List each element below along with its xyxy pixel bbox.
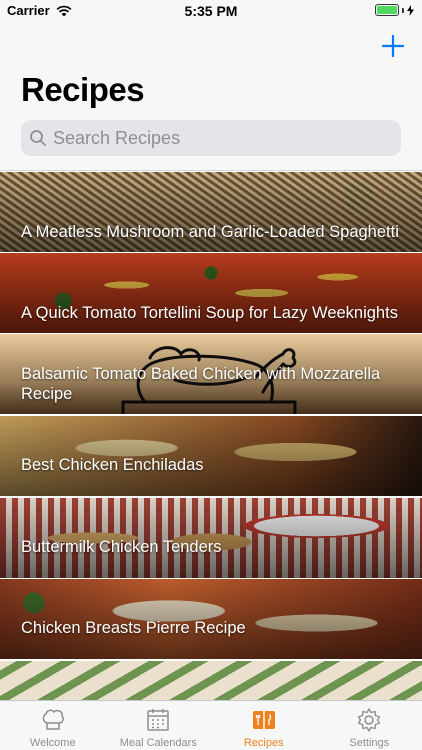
search-icon bbox=[30, 130, 46, 146]
chef-hat-icon bbox=[42, 709, 64, 730]
tab-bar: Welcome Meal Calendars Recipes Settings bbox=[0, 700, 422, 750]
recipe-row[interactable] bbox=[0, 661, 422, 700]
search-input[interactable] bbox=[53, 127, 383, 149]
calendar-icon bbox=[147, 709, 169, 731]
add-recipe-button[interactable] bbox=[379, 32, 407, 60]
recipe-row[interactable]: Best Chicken Enchiladas bbox=[0, 416, 422, 496]
tab-settings[interactable]: Settings bbox=[317, 701, 422, 750]
recipe-row[interactable]: A Meatless Mushroom and Garlic-Loaded Sp… bbox=[0, 172, 422, 252]
recipe-title: Chicken Breasts Pierre Recipe bbox=[21, 619, 246, 637]
navigation-header: Recipes bbox=[0, 22, 422, 171]
battery-icon bbox=[375, 4, 399, 16]
recipe-row[interactable]: Buttermilk Chicken Tenders bbox=[0, 498, 422, 578]
recipe-book-icon bbox=[252, 711, 275, 729]
tab-recipes[interactable]: Recipes bbox=[211, 701, 317, 750]
battery-indicator bbox=[375, 4, 414, 16]
tab-welcome[interactable]: Welcome bbox=[0, 701, 106, 750]
recipe-title: Buttermilk Chicken Tenders bbox=[21, 538, 222, 556]
recipe-list[interactable]: A Meatless Mushroom and Garlic-Loaded Sp… bbox=[0, 172, 422, 700]
gear-icon bbox=[358, 708, 381, 732]
tab-label: Welcome bbox=[29, 737, 76, 749]
recipe-title: A Quick Tomato Tortellini Soup for Lazy … bbox=[21, 304, 398, 322]
tab-label: Meal Calendars bbox=[119, 737, 197, 749]
search-bar[interactable] bbox=[21, 120, 401, 156]
recipe-title: A Meatless Mushroom and Garlic-Loaded Sp… bbox=[21, 223, 399, 241]
recipe-row[interactable]: Chicken Breasts Pierre Recipe bbox=[0, 579, 422, 659]
tab-label: Recipes bbox=[243, 737, 284, 749]
tab-meal-calendars[interactable]: Meal Calendars bbox=[106, 701, 212, 750]
status-bar: Carrier 5:35 PM bbox=[0, 0, 422, 22]
charging-bolt-icon bbox=[407, 4, 414, 16]
battery-fill bbox=[377, 6, 397, 14]
recipe-row[interactable]: Balsamic Tomato Baked Chicken with Mozza… bbox=[0, 334, 422, 414]
page-title: Recipes bbox=[21, 71, 145, 108]
recipe-title: Balsamic Tomato Baked Chicken with Mozza… bbox=[21, 365, 381, 403]
recipe-title: Best Chicken Enchiladas bbox=[21, 456, 204, 474]
status-time: 5:35 PM bbox=[184, 3, 238, 19]
battery-tip bbox=[402, 7, 404, 13]
plus-icon bbox=[381, 34, 405, 58]
recipe-row[interactable]: A Quick Tomato Tortellini Soup for Lazy … bbox=[0, 253, 422, 333]
tab-label: Settings bbox=[349, 737, 390, 749]
